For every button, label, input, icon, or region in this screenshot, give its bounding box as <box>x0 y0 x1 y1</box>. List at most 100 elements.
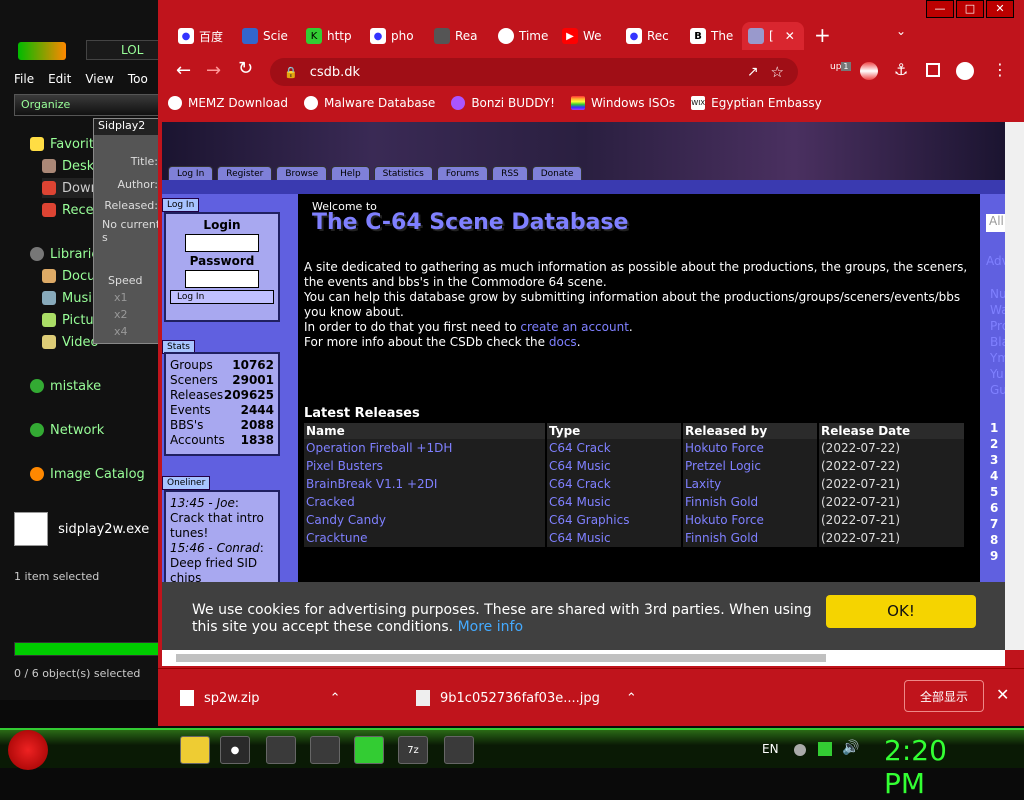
sidplay-taskbar-icon[interactable] <box>444 736 474 764</box>
explorer-address[interactable]: LOL <box>86 40 162 60</box>
release-type[interactable]: C64 Crack <box>546 439 683 457</box>
release-group[interactable]: Hokuto Force <box>682 439 819 457</box>
right-link[interactable]: Ym <box>990 350 1005 366</box>
chrome-icon[interactable]: ● <box>220 736 250 764</box>
right-link[interactable]: Bla <box>990 334 1005 350</box>
maximize-button[interactable]: □ <box>956 0 984 18</box>
release-group[interactable]: Finnish Gold <box>682 529 819 547</box>
nav-arrows-icon[interactable] <box>18 42 66 60</box>
release-group[interactable]: Finnish Gold <box>682 493 819 511</box>
tab-search-icon[interactable]: ⌄ <box>896 24 906 38</box>
share-icon[interactable]: ↗ <box>747 64 759 80</box>
bookmark-bonzi[interactable]: Bonzi BUDDY! <box>451 96 555 110</box>
release-type[interactable]: C64 Music <box>546 493 683 511</box>
show-all-button[interactable]: 全部显示 <box>904 680 984 712</box>
password-input[interactable] <box>185 270 259 288</box>
7zip-icon[interactable]: 7z <box>398 736 428 764</box>
address-bar[interactable]: 🔒 csdb.dk ↗ ☆ <box>270 58 798 86</box>
bookmark-star-icon[interactable]: ☆ <box>771 63 784 81</box>
oneliner-author[interactable]: Conrad <box>217 541 260 555</box>
advanced-link-fragment[interactable]: Adv <box>986 254 1005 268</box>
tab-science[interactable]: Scie <box>236 22 298 50</box>
menu-tools[interactable]: Too <box>128 72 148 90</box>
oneliner-author[interactable]: Joe <box>217 496 235 510</box>
right-link[interactable]: Pro <box>990 318 1005 334</box>
release-name[interactable]: BrainBreak V1.1 +2DI <box>304 475 547 493</box>
release-group[interactable]: Pretzel Logic <box>682 457 819 475</box>
login-button[interactable]: Log In <box>170 290 274 304</box>
menu-view[interactable]: View <box>85 72 113 90</box>
docs-link[interactable]: docs <box>549 335 577 349</box>
close-downloads-icon[interactable]: ✕ <box>996 685 1009 704</box>
file-explorer-icon[interactable] <box>180 736 210 764</box>
puzzle-icon[interactable]: ⚓ <box>894 60 908 79</box>
tab-read[interactable]: Rea <box>428 22 490 50</box>
menu-dots-icon[interactable]: ⋮ <box>992 60 1008 79</box>
terminal-icon[interactable] <box>354 736 384 764</box>
profile-icon[interactable] <box>956 62 974 80</box>
release-name[interactable]: Pixel Busters <box>304 457 547 475</box>
tab-the[interactable]: B The <box>684 22 746 50</box>
tab-recent[interactable]: ● Rec <box>620 22 682 50</box>
organize-button[interactable]: Organize <box>14 94 164 116</box>
clock[interactable]: 2:20 PM <box>884 734 994 800</box>
release-type[interactable]: C64 Crack <box>546 475 683 493</box>
new-tab-button[interactable]: + <box>814 22 831 48</box>
speed-x2[interactable]: x2 <box>114 308 162 321</box>
tab-youtube[interactable]: ▶ We <box>556 22 618 50</box>
speed-x4[interactable]: x4 <box>114 325 162 338</box>
release-group[interactable]: Laxity <box>682 475 819 493</box>
speed-x1[interactable]: x1 <box>114 291 162 304</box>
release-name[interactable]: Candy Candy <box>304 511 547 529</box>
tab-baidu[interactable]: ● 百度 <box>172 22 234 50</box>
search-all-fragment[interactable]: All <box>986 214 1005 232</box>
bookmark-memz[interactable]: MEMZ Download <box>168 96 288 110</box>
tray-icon[interactable] <box>794 744 806 756</box>
file-item-sidplay[interactable]: sidplay2w.exe <box>14 512 174 562</box>
battery-icon[interactable] <box>818 742 832 756</box>
tab-time[interactable]: Time <box>492 22 554 50</box>
release-type[interactable]: C64 Graphics <box>546 511 683 529</box>
start-button-angry-bird-icon[interactable] <box>8 730 48 770</box>
right-link[interactable]: Wa <box>990 302 1005 318</box>
menu-edit[interactable]: Edit <box>48 72 71 90</box>
login-input[interactable] <box>185 234 259 252</box>
extension-up-icon[interactable]: up 1 <box>830 62 851 82</box>
tree-network[interactable]: Network <box>30 420 160 440</box>
tree-image-catalog[interactable]: Image Catalog <box>30 464 160 484</box>
minimize-button[interactable]: — <box>926 0 954 18</box>
release-type[interactable]: C64 Music <box>546 529 683 547</box>
right-link[interactable]: Gu <box>990 382 1005 398</box>
tree-mistake[interactable]: mistake <box>30 376 160 396</box>
release-type[interactable]: C64 Music <box>546 457 683 475</box>
menu-file[interactable]: File <box>14 72 34 90</box>
close-tab-icon[interactable]: ✕ <box>785 29 795 43</box>
forward-icon[interactable]: → <box>206 60 221 81</box>
release-name[interactable]: Cracktune <box>304 529 547 547</box>
tab-photo[interactable]: ● pho <box>364 22 426 50</box>
scroll-thumb[interactable] <box>176 654 826 662</box>
paint-icon[interactable] <box>310 736 340 764</box>
horizontal-scrollbar[interactable] <box>162 650 1005 666</box>
download-item-zip[interactable]: sp2w.zip ⌃ <box>180 683 340 713</box>
right-link[interactable]: Yu <box>990 366 1005 382</box>
chevron-up-icon[interactable]: ⌃ <box>330 691 341 706</box>
tab-csdb-active[interactable]: [✕ <box>742 22 804 50</box>
cookie-ok-button[interactable]: OK! <box>826 595 976 628</box>
release-name[interactable]: Operation Fireball +1DH <box>304 439 547 457</box>
sidepanel-icon[interactable] <box>926 63 940 77</box>
release-name[interactable]: Cracked <box>304 493 547 511</box>
language-indicator[interactable]: EN <box>762 742 779 756</box>
tab-http[interactable]: Khttp <box>300 22 362 50</box>
create-account-link[interactable]: create an account <box>520 320 629 334</box>
pictures-app-icon[interactable] <box>266 736 296 764</box>
right-link[interactable]: Nu <box>990 286 1005 302</box>
download-item-jpg[interactable]: 9b1c052736faf03e....jpg ⌃ <box>416 683 637 713</box>
vertical-scrollbar[interactable] <box>1005 122 1024 650</box>
flag-icon[interactable] <box>860 62 878 80</box>
back-icon[interactable]: ← <box>176 60 191 81</box>
more-info-link[interactable]: More info <box>458 619 523 635</box>
bookmark-windows[interactable]: Windows ISOs <box>570 96 675 110</box>
volume-icon[interactable]: 🔊 <box>842 740 859 756</box>
chevron-up-icon[interactable]: ⌃ <box>626 691 637 706</box>
